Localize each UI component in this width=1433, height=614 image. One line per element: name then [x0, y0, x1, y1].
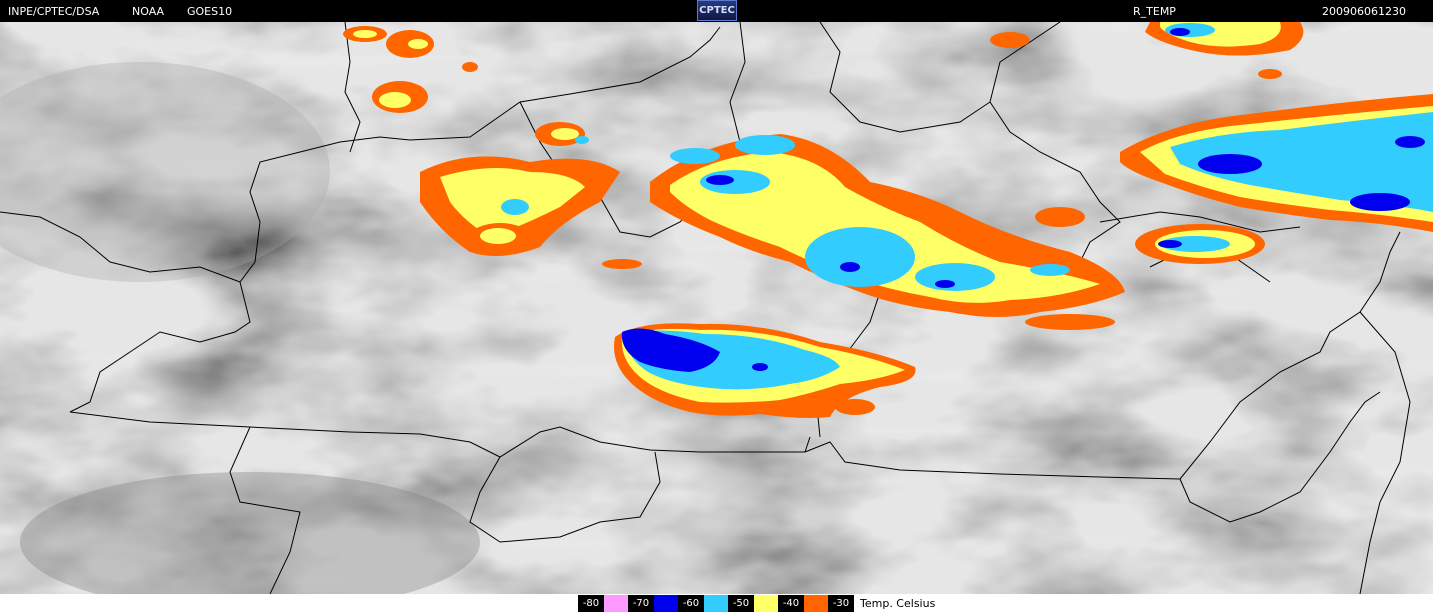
legend-swatch-1: [604, 595, 628, 612]
legend-swatch-3: [704, 595, 728, 612]
legend-swatch-4: [754, 595, 778, 612]
agency-label: INPE/CPTEC/DSA: [8, 5, 100, 18]
legend-label-6: -30: [828, 595, 854, 612]
cptec-logo: CPTEC: [697, 0, 737, 21]
temperature-legend: -80 -70 -60 -50 -40 -30 Temp. Celsius: [0, 594, 1433, 614]
product-label: R_TEMP: [1133, 5, 1176, 18]
legend-label-5: -40: [778, 595, 804, 612]
satellite-map: [0, 22, 1433, 594]
satellite-label: GOES10: [187, 5, 233, 18]
legend-swatch-2: [654, 595, 678, 612]
timestamp-label: 200906061230: [1322, 5, 1406, 18]
legend-label-4: -50: [728, 595, 754, 612]
legend-swatch-5: [804, 595, 828, 612]
cptec-logo-text: CPTEC: [699, 5, 735, 16]
cloud-background: [0, 22, 1433, 594]
legend-label-3: -60: [678, 595, 704, 612]
header-bar: INPE/CPTEC/DSA NOAA GOES10 CPTEC R_TEMP …: [0, 0, 1433, 22]
legend-label-1: -80: [578, 595, 604, 612]
legend-title: Temp. Celsius: [860, 597, 936, 610]
legend-label-2: -70: [628, 595, 654, 612]
source-label: NOAA: [132, 5, 165, 18]
